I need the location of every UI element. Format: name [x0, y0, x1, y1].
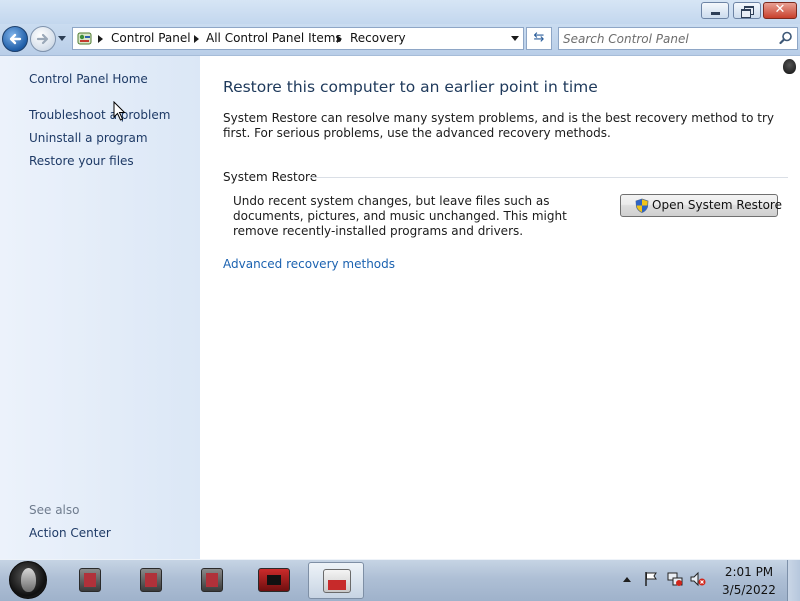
open-system-restore-button[interactable]: Open System Restore [620, 194, 782, 217]
main-content: Restore this computer to an earlier poin… [200, 56, 800, 559]
breadcrumb-all-items[interactable]: All Control Panel Items [206, 31, 342, 45]
forward-arrow-icon [36, 33, 49, 45]
advanced-recovery-link[interactable]: Advanced recovery methods [223, 257, 395, 271]
sidebar-link-uninstall[interactable]: Uninstall a program [29, 131, 148, 145]
show-hidden-icons-icon[interactable] [623, 577, 631, 582]
clock-time[interactable]: 2:01 PM [718, 565, 780, 579]
app-icon [79, 568, 101, 592]
recent-pages-dropdown-icon[interactable] [58, 36, 66, 41]
close-icon: ✕ [774, 2, 786, 17]
taskbar: 2:01 PM 3/5/2022 [0, 559, 800, 601]
intro-text: System Restore can resolve many system p… [223, 111, 775, 140]
system-restore-description: Undo recent system changes, but leave fi… [233, 194, 567, 238]
mouse-pointer-icon [113, 101, 126, 121]
taskbar-media-button[interactable] [246, 562, 302, 599]
uac-shield-icon [635, 198, 649, 213]
left-navigation-pane: Control Panel Home Troubleshoot a proble… [0, 56, 200, 559]
see-also-heading: See also [29, 503, 80, 517]
address-dropdown-icon[interactable] [511, 36, 519, 41]
sidebar-link-troubleshoot[interactable]: Troubleshoot a problem [29, 108, 170, 122]
action-center-flag-icon[interactable] [643, 571, 659, 587]
restore-down-icon [741, 6, 754, 18]
breadcrumb-separator-icon[interactable] [337, 35, 342, 43]
breadcrumb-separator-icon[interactable] [194, 35, 199, 43]
address-bar[interactable]: Control Panel All Control Panel Items Re… [72, 27, 524, 50]
sidebar-link-control-panel-home[interactable]: Control Panel Home [29, 72, 148, 86]
volume-muted-icon[interactable] [690, 571, 706, 587]
section-divider [310, 177, 788, 178]
control-panel-icon [77, 32, 92, 45]
open-system-restore-label: Open System Restore [652, 198, 782, 212]
search-box[interactable] [558, 27, 798, 50]
help-icon[interactable] [783, 59, 796, 74]
show-desktop-button[interactable] [787, 560, 800, 601]
media-app-icon [258, 568, 290, 592]
refresh-button[interactable]: ⇆ [526, 27, 552, 50]
start-orb-icon [21, 568, 36, 592]
refresh-icon: ⇆ [533, 30, 545, 45]
app-icon [140, 568, 162, 592]
start-button[interactable] [9, 561, 47, 599]
window-titlebar: ✕ [0, 0, 800, 24]
network-icon[interactable] [667, 571, 683, 587]
minimize-icon [711, 12, 720, 15]
app-icon [201, 568, 223, 592]
back-arrow-icon [9, 33, 22, 45]
search-input[interactable] [563, 30, 773, 47]
taskbar-app-button[interactable] [62, 562, 118, 599]
breadcrumb-control-panel[interactable]: Control Panel [111, 31, 191, 45]
forward-button[interactable] [30, 26, 56, 52]
close-button[interactable]: ✕ [763, 2, 797, 19]
maximize-button[interactable] [733, 2, 761, 19]
sidebar-link-restore-files[interactable]: Restore your files [29, 154, 134, 168]
taskbar-app-button[interactable] [123, 562, 179, 599]
control-panel-taskbar-icon [323, 569, 351, 593]
back-button[interactable] [2, 26, 28, 52]
minimize-button[interactable] [701, 2, 729, 19]
breadcrumb-separator-icon[interactable] [98, 35, 103, 43]
search-icon[interactable] [779, 31, 793, 45]
clock-date[interactable]: 3/5/2022 [718, 583, 780, 597]
navigation-bar: Control Panel All Control Panel Items Re… [0, 24, 800, 56]
taskbar-app-button[interactable] [184, 562, 240, 599]
sidebar-link-action-center[interactable]: Action Center [29, 526, 111, 540]
taskbar-control-panel-button[interactable] [308, 562, 364, 599]
breadcrumb-recovery[interactable]: Recovery [350, 31, 406, 45]
section-title-system-restore: System Restore [223, 170, 318, 184]
page-title: Restore this computer to an earlier poin… [223, 78, 598, 96]
